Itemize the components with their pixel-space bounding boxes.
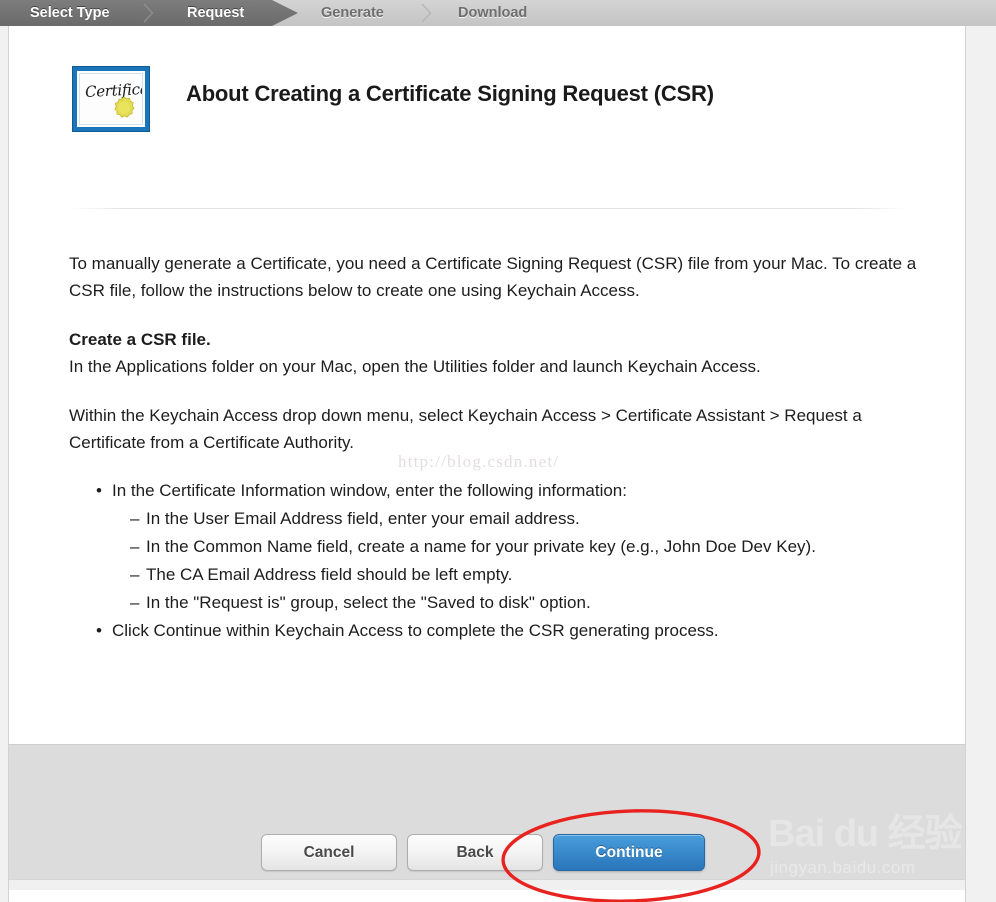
document-body: To manually generate a Certificate, you …	[69, 250, 919, 645]
wizard-footer: Cancel Back Continue	[9, 744, 965, 890]
document-header: Certificate About Creating a Certificate…	[64, 63, 904, 141]
dash-icon: –	[130, 509, 140, 528]
menu-path-paragraph: Within the Keychain Access drop down men…	[69, 406, 862, 452]
bullet-icon: •	[96, 481, 102, 500]
list-item-label: In the "Request is" group, select the "S…	[146, 593, 591, 612]
wizard-step-request[interactable]: Request	[187, 0, 244, 26]
wizard-step-generate[interactable]: Generate	[321, 0, 384, 26]
step-separator-chevron-icon	[421, 3, 432, 23]
back-button[interactable]: Back	[407, 834, 543, 871]
certificate-seal-icon	[114, 96, 135, 118]
list-item-label: In the Certificate Information window, e…	[112, 481, 627, 500]
dash-icon: –	[130, 537, 140, 556]
wizard-step-download[interactable]: Download	[458, 0, 527, 26]
step-separator-chevron-icon	[143, 3, 154, 23]
continue-button[interactable]: Continue	[553, 834, 705, 871]
bullet-icon: •	[96, 621, 102, 640]
list-item-label: In the User Email Address field, enter y…	[146, 509, 580, 528]
list-item: • In the Certificate Information window,…	[96, 477, 919, 617]
list-item: – The CA Email Address field should be l…	[130, 561, 919, 589]
list-item-label: The CA Email Address field should be lef…	[146, 565, 513, 584]
wizard-page: Select Type Request Generate Download Ce…	[0, 0, 996, 902]
instruction-sublist: – In the User Email Address field, enter…	[112, 505, 919, 617]
dash-icon: –	[130, 565, 140, 584]
body-subheading: Create a CSR file.	[69, 330, 211, 349]
dash-icon: –	[130, 593, 140, 612]
list-item: – In the "Request is" group, select the …	[130, 589, 919, 617]
list-item-label: In the Common Name field, create a name …	[146, 537, 816, 556]
list-item-label: Click Continue within Keychain Access to…	[112, 621, 719, 640]
body-subheading-text: In the Applications folder on your Mac, …	[69, 357, 761, 376]
wizard-step-select-type[interactable]: Select Type	[30, 0, 110, 26]
list-item: – In the User Email Address field, enter…	[130, 505, 919, 533]
cancel-button[interactable]: Cancel	[261, 834, 397, 871]
wizard-step-bar: Select Type Request Generate Download	[0, 0, 996, 26]
certificate-icon: Certificate	[73, 67, 149, 131]
page-title: About Creating a Certificate Signing Req…	[186, 81, 714, 106]
document-content: Certificate About Creating a Certificate…	[9, 26, 965, 744]
intro-paragraph: To manually generate a Certificate, you …	[69, 254, 917, 300]
list-item: • Click Continue within Keychain Access …	[96, 617, 919, 645]
list-item: – In the Common Name field, create a nam…	[130, 533, 919, 561]
header-divider	[72, 208, 906, 209]
certificate-icon-face: Certificate	[79, 73, 143, 125]
instruction-list: • In the Certificate Information window,…	[69, 477, 919, 645]
